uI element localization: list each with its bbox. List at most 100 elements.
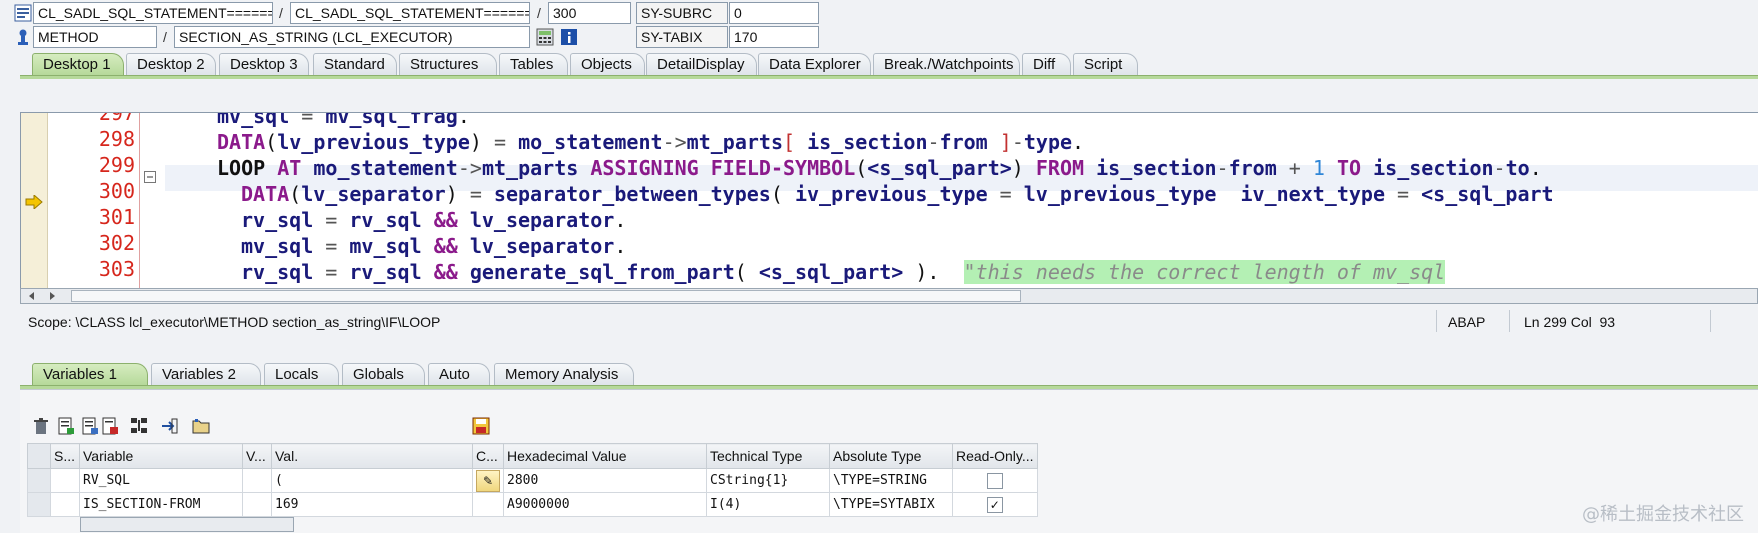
tab-diff[interactable]: Diff <box>1022 53 1071 75</box>
code-line-303: rv_sql = rv_sql && generate_sql_from_par… <box>241 260 1446 284</box>
read-only-cell <box>952 468 1038 493</box>
column-header[interactable]: Hexadecimal Value <box>503 443 707 469</box>
line-number: 298 <box>98 127 135 151</box>
technical-type-cell: I(4) <box>706 492 830 517</box>
read-only-cell: ✓ <box>952 492 1038 517</box>
tab-tables[interactable]: Tables <box>499 53 568 75</box>
row-selector[interactable] <box>27 468 51 493</box>
method-icon <box>18 29 28 45</box>
line-number: 303 <box>98 257 135 281</box>
tab-globals[interactable]: Globals <box>342 363 425 385</box>
tab-variables-2[interactable]: Variables 2 <box>151 363 261 385</box>
collapse-icon[interactable] <box>144 171 156 183</box>
hex-value-cell: A9000000 <box>503 492 707 517</box>
calculator-icon[interactable] <box>536 28 554 46</box>
watermark: @稀土掘金技术社区 <box>1582 504 1744 525</box>
save-list-icon[interactable] <box>101 417 119 435</box>
status-separator <box>1710 310 1711 332</box>
line-number: 302 <box>98 231 135 255</box>
scroll-thumb[interactable] <box>71 290 1021 302</box>
hierarchy-icon[interactable] <box>130 417 148 435</box>
view-cell[interactable] <box>242 492 272 517</box>
absolute-type-cell: \TYPE=SYTABIX <box>829 492 953 517</box>
transfer-icon[interactable] <box>160 417 178 435</box>
column-header[interactable]: Technical Type <box>706 443 830 469</box>
column-header[interactable]: Val. <box>271 443 473 469</box>
tab-detail-display[interactable]: DetailDisplay <box>646 53 757 75</box>
tab-break-watchpoints[interactable]: Break./Watchpoints <box>873 53 1020 75</box>
language-indicator: ABAP <box>1448 314 1486 330</box>
tab-desktop-2[interactable]: Desktop 2 <box>126 53 216 75</box>
line-number: 300 <box>98 179 135 203</box>
tab-data-explorer[interactable]: Data Explorer <box>758 53 871 75</box>
fold-margin <box>139 113 168 289</box>
scroll-right-icon[interactable] <box>47 291 57 301</box>
separator-slash: / <box>537 5 541 21</box>
save-icon[interactable] <box>472 417 490 435</box>
read-only-checkbox <box>986 472 1003 489</box>
program-icon <box>14 4 32 22</box>
line-number: 299 <box>98 153 135 177</box>
list-import-icon[interactable] <box>57 417 75 435</box>
variable-name-cell[interactable]: IS_SECTION-FROM <box>79 492 243 517</box>
sy-tabix-value[interactable]: 170 <box>729 26 819 48</box>
variables-table[interactable]: S... Variable V... Val. C... Hexadecimal… <box>27 443 1038 517</box>
sy-subrc-value[interactable]: 0 <box>729 2 819 24</box>
open-folder-icon[interactable] <box>192 417 210 435</box>
change-cell <box>472 492 504 517</box>
column-header[interactable]: Absolute Type <box>829 443 953 469</box>
info-icon[interactable] <box>560 28 578 46</box>
scroll-left-icon[interactable] <box>27 291 37 301</box>
tab-variables-1[interactable]: Variables 1 <box>32 363 148 385</box>
variable-name-cell[interactable]: RV_SQL <box>79 468 243 493</box>
value-cell[interactable]: 169 <box>271 492 473 517</box>
column-header[interactable]: Variable <box>79 443 243 469</box>
code-area[interactable]: mv_sql = mv_sql_frag. DATA(lv_previous_t… <box>177 113 1758 289</box>
sy-subrc-label: SY-SUBRC <box>636 2 728 24</box>
editor-horizontal-scrollbar[interactable] <box>20 288 1758 304</box>
status-separator <box>1509 310 1510 332</box>
column-header[interactable]: C... <box>472 443 504 469</box>
hex-value-cell: 2800 <box>503 468 707 493</box>
table-header-row: S... Variable V... Val. C... Hexadecimal… <box>27 443 1038 469</box>
trash-icon[interactable] <box>32 417 50 435</box>
row-selector[interactable] <box>27 492 51 517</box>
tab-standard[interactable]: Standard <box>313 53 397 75</box>
code-line-301: rv_sql = rv_sql && lv_separator. <box>241 208 627 232</box>
table-horizontal-scrollbar[interactable] <box>80 517 294 532</box>
program-field[interactable]: CL_SADL_SQL_STATEMENT========... <box>33 2 273 24</box>
tab-auto[interactable]: Auto <box>428 363 490 385</box>
cursor-position: Ln 299 Col 93 <box>1524 314 1616 330</box>
breakpoint-margin[interactable] <box>21 113 48 289</box>
source-editor[interactable]: 297 298 299 300 301 302 303 mv_sql = mv_… <box>20 112 1758 290</box>
line-number-field[interactable]: 300 <box>548 2 631 24</box>
tab-desktop-1[interactable]: Desktop 1 <box>32 53 124 75</box>
tab-memory-analysis[interactable]: Memory Analysis <box>494 363 634 385</box>
event-type-field[interactable]: METHOD <box>33 26 157 48</box>
table-row[interactable]: IS_SECTION-FROM 169 A9000000 I(4) \TYPE=… <box>27 492 1038 517</box>
code-line-302: mv_sql = mv_sql && lv_separator. <box>241 234 627 258</box>
tab-structures[interactable]: Structures <box>399 53 497 75</box>
absolute-type-cell: \TYPE=STRING <box>829 468 953 493</box>
table-row[interactable]: RV_SQL ( ✎ 2800 CString{1} \TYPE=STRING <box>27 468 1038 493</box>
value-cell[interactable]: ( <box>271 468 473 493</box>
row-selector-header[interactable] <box>27 443 51 469</box>
sy-tabix-label: SY-TABIX <box>636 26 728 48</box>
column-header[interactable]: Read-Only... <box>952 443 1038 469</box>
include-field[interactable]: CL_SADL_SQL_STATEMENT========... <box>290 2 530 24</box>
line-number: 297 <box>98 112 135 125</box>
tab-desktop-3[interactable]: Desktop 3 <box>219 53 309 75</box>
separator-slash: / <box>163 29 167 45</box>
change-cell[interactable]: ✎ <box>472 468 504 493</box>
tab-objects[interactable]: Objects <box>570 53 645 75</box>
line-number: 301 <box>98 205 135 229</box>
edit-pencil-icon[interactable]: ✎ <box>476 469 500 492</box>
tab-script[interactable]: Script <box>1073 53 1138 75</box>
view-cell[interactable] <box>242 468 272 493</box>
code-line-300: DATA(lv_separator) = separator_between_t… <box>241 182 1554 206</box>
list-export-icon[interactable] <box>81 417 99 435</box>
column-header[interactable]: V... <box>242 443 272 469</box>
tab-locals[interactable]: Locals <box>264 363 339 385</box>
column-header[interactable]: S... <box>50 443 80 469</box>
event-field[interactable]: SECTION_AS_STRING (LCL_EXECUTOR) <box>174 26 530 48</box>
